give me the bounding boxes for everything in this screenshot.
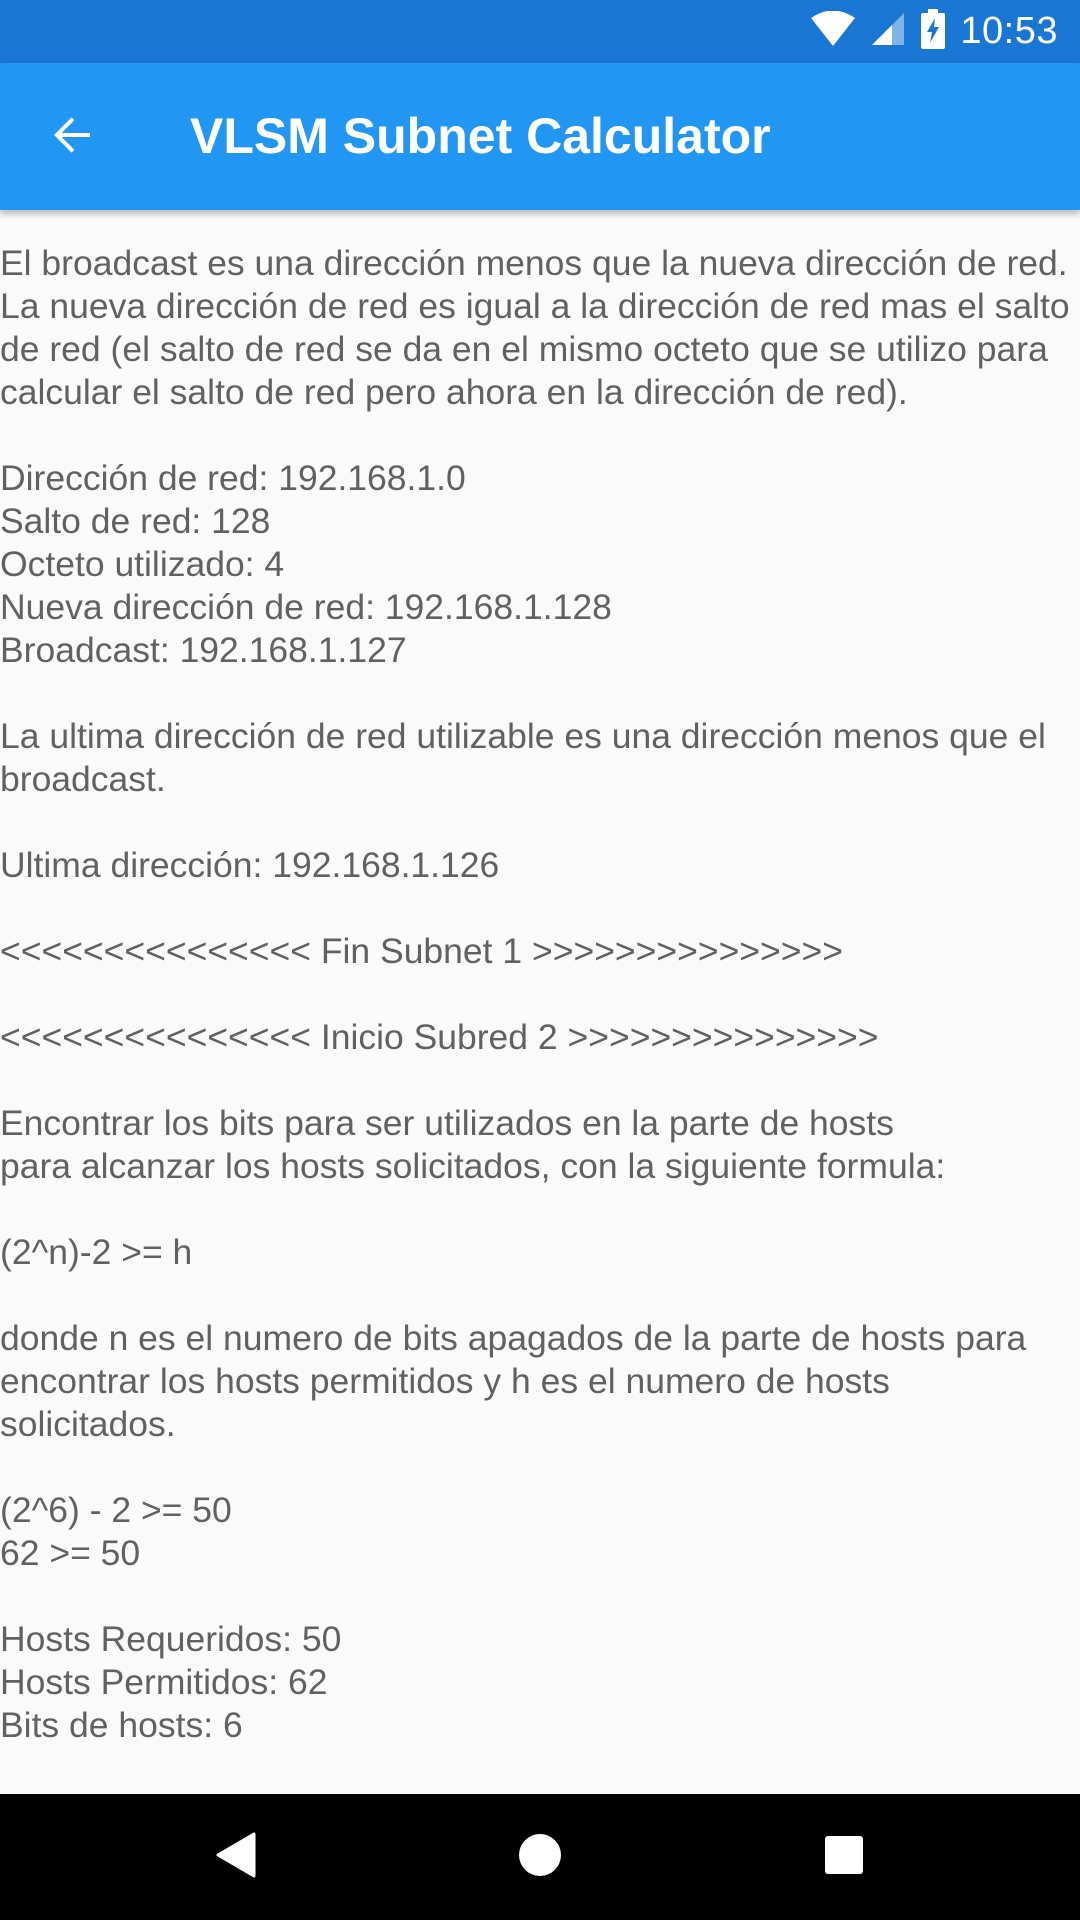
nav-recents-button[interactable]	[784, 1794, 904, 1920]
recents-square-icon	[824, 1835, 864, 1880]
battery-charging-icon	[920, 9, 946, 54]
status-bar: 10:53	[0, 0, 1080, 63]
arrow-back-icon	[48, 111, 96, 164]
navigation-bar	[0, 1794, 1080, 1920]
home-circle-icon	[518, 1833, 562, 1882]
wifi-icon	[810, 10, 856, 52]
nav-home-button[interactable]	[480, 1794, 600, 1920]
status-icons: 10:53	[810, 0, 1058, 63]
back-button[interactable]	[28, 93, 116, 181]
back-triangle-icon	[216, 1832, 256, 1883]
calculation-text: Primera dirección: 192.168.1.1 El broadc…	[0, 243, 1070, 1745]
nav-back-button[interactable]	[176, 1794, 296, 1920]
app-bar: VLSM Subnet Calculator	[0, 63, 1080, 210]
app-title: VLSM Subnet Calculator	[190, 108, 771, 164]
cell-signal-icon	[870, 11, 906, 52]
scroll-content[interactable]: Primera dirección: 192.168.1.1 El broadc…	[0, 210, 1080, 1794]
status-time: 10:53	[960, 10, 1058, 52]
